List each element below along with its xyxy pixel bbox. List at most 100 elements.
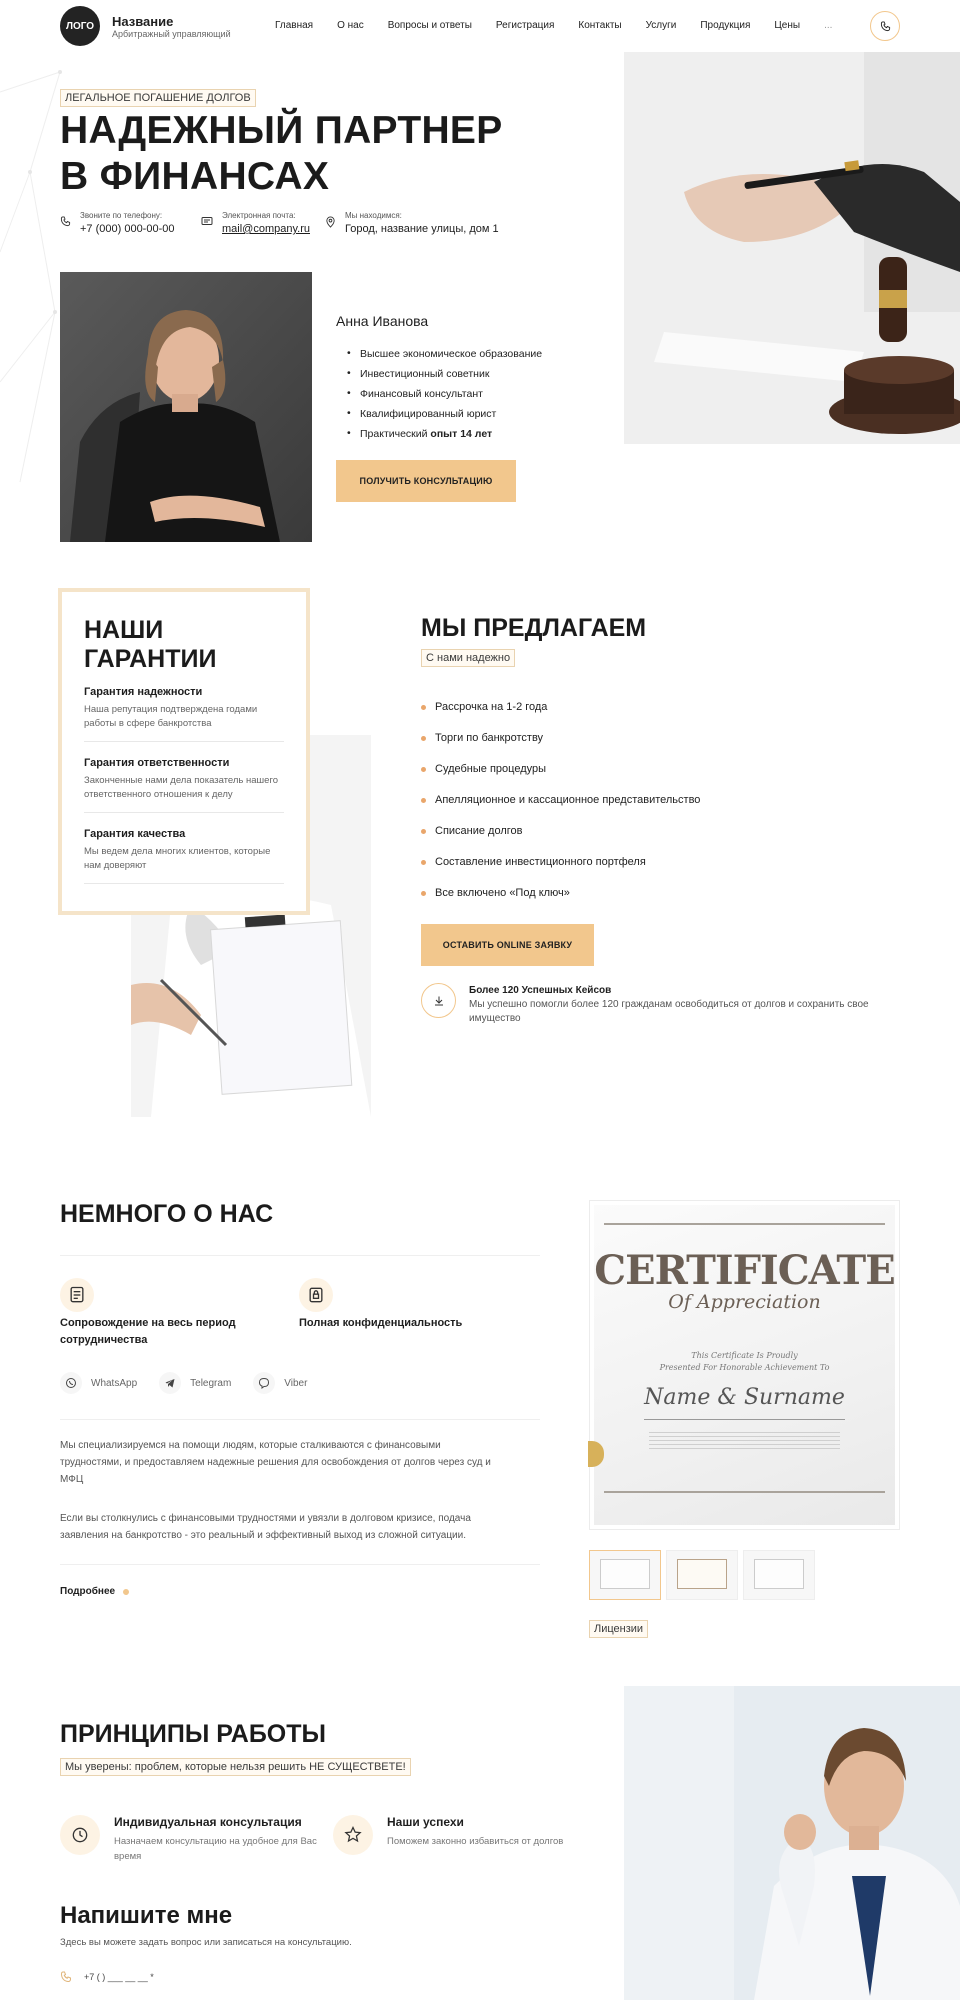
qualification-item: Высшее экономическое образование (347, 347, 542, 360)
contact-phone-value[interactable]: +7 (000) 000-00-00 (80, 223, 190, 235)
offer-title: МЫ ПРЕДЛАГАЕМ (421, 614, 647, 642)
location-icon (326, 216, 335, 228)
principle-icon-circle (333, 1815, 373, 1855)
certificate-line2: Presented For Honorable Achievement To (659, 1363, 830, 1372)
qualification-item: Квалифицированный юрист (347, 407, 542, 420)
offer-item: Рассрочка на 1-2 года (421, 701, 700, 732)
star-icon (344, 1826, 362, 1843)
clock-icon (72, 1827, 88, 1843)
phone-icon (880, 20, 890, 31)
principle-text: Назначаем консультацию на удобное для Ва… (114, 1836, 317, 1862)
get-consultation-button[interactable]: ПОЛУЧИТЬ КОНСУЛЬТАЦИЮ (336, 460, 516, 502)
contact-email-label: Электронная почта: (222, 211, 296, 220)
offer-item: Списание долгов (421, 825, 700, 856)
brand-subtitle: Арбитражный управляющий (112, 29, 231, 39)
nav-item-services[interactable]: Услуги (646, 20, 677, 31)
offer-item: Все включено «Под ключ» (421, 887, 700, 918)
offer-item: Апелляционное и кассационное представите… (421, 794, 700, 825)
phone-icon (60, 216, 71, 227)
experience-prefix: Практический (360, 428, 431, 440)
social-viber[interactable]: Viber (253, 1372, 307, 1394)
offer-badge: С нами надежно (421, 648, 516, 667)
viber-icon (253, 1372, 276, 1394)
lock-icon (309, 1287, 323, 1303)
hero-title-line2: В ФИНАНСАХ (60, 155, 330, 198)
offer-list: Рассрочка на 1-2 года Торги по банкротст… (421, 701, 700, 918)
contact-phone-label: Звоните по телефону: (80, 211, 163, 220)
cases-icon-circle (421, 983, 456, 1018)
license-thumbnail-2[interactable] (666, 1550, 738, 1600)
certificate-subtitle: Of Appreciation (668, 1291, 821, 1313)
social-whatsapp[interactable]: WhatsApp (60, 1372, 137, 1394)
hero-photo-contract-signing (624, 52, 960, 444)
feature-confidentiality: Полная конфиденциальность (299, 1317, 463, 1329)
divider (84, 883, 284, 884)
guarantee-title: Гарантия качества (84, 828, 186, 840)
certificate-main-image[interactable]: CERTIFICATE Of Appreciation This Certifi… (588, 1200, 900, 1530)
divider (60, 1255, 540, 1256)
license-thumbnail-3[interactable] (743, 1550, 815, 1600)
guarantee-title: Гарантия ответственности (84, 757, 230, 769)
nav-item-faq[interactable]: Вопросы и ответы (388, 20, 472, 31)
social-telegram[interactable]: Telegram (159, 1372, 231, 1394)
contact-email: Электронная почта: mail@company.ru (201, 211, 321, 235)
cases-title: Более 120 Успешных Кейсов (469, 985, 612, 996)
offer-item: Торги по банкротству (421, 732, 700, 763)
certificate-title: CERTIFICATE (594, 1247, 895, 1294)
feature-icon-circle (299, 1278, 333, 1312)
nav-item-home[interactable]: Главная (275, 20, 313, 31)
experience-years: опыт 14 лет (430, 428, 493, 440)
header-call-button[interactable] (870, 11, 900, 41)
contact-form-title: Напишите мне (60, 1902, 233, 1929)
more-link[interactable]: Подробнее (60, 1586, 130, 1597)
photo-smiling-consultant (624, 1686, 960, 2000)
hero-badge: ЛЕГАЛЬНОЕ ПОГАШЕНИЕ ДОЛГОВ (60, 88, 256, 107)
qualification-item: Финансовый консультант (347, 387, 542, 400)
divider (84, 812, 284, 813)
telegram-icon (159, 1372, 182, 1394)
phone-field[interactable]: +7 ( ) ___ __ __ * (60, 1971, 154, 1983)
guarantees-title: НАШИ ГАРАНТИИ (84, 616, 284, 674)
contact-phone: Звоните по телефону: +7 (000) 000-00-00 (60, 211, 190, 235)
viber-label: Viber (284, 1377, 308, 1389)
telegram-label: Telegram (190, 1377, 232, 1389)
principles-badge-text: Мы уверены: проблем, которые нельзя реши… (60, 1758, 411, 1776)
logo[interactable]: ЛОГО (60, 6, 100, 46)
document-icon (70, 1286, 84, 1303)
about-paragraph-2: Если вы столкнулись с финансовыми трудно… (60, 1513, 471, 1541)
principles-badge: Мы уверены: проблем, которые нельзя реши… (60, 1757, 411, 1776)
offer-item: Судебные процедуры (421, 763, 700, 794)
main-nav: Главная О нас Вопросы и ответы Регистрац… (275, 20, 856, 31)
license-thumbnail-1[interactable] (589, 1550, 661, 1600)
nav-item-prices[interactable]: Цены (774, 20, 800, 31)
guarantee-text: Мы ведем дела многих клиентов, которые н… (84, 846, 271, 871)
principle-icon-circle (60, 1815, 100, 1855)
nav-item-contacts[interactable]: Контакты (578, 20, 621, 31)
social-links: WhatsApp Telegram Viber (60, 1372, 307, 1394)
nav-item-registration[interactable]: Регистрация (496, 20, 554, 31)
guarantees-title-line1: НАШИ (84, 616, 164, 644)
guarantees-card: НАШИ ГАРАНТИИ Гарантия надежности Наша р… (58, 588, 310, 915)
divider (84, 741, 284, 742)
contact-address-label: Мы находимся: (345, 211, 402, 220)
download-icon (434, 996, 443, 1005)
contact-email-link[interactable]: mail@company.ru (222, 223, 321, 235)
guarantees-title-line2: ГАРАНТИИ (84, 645, 217, 673)
dot-icon (123, 1588, 130, 1595)
qualification-item: Инвестиционный советник (347, 367, 542, 380)
nav-item-products[interactable]: Продукция (700, 20, 750, 31)
nav-item-about[interactable]: О нас (337, 20, 364, 31)
principle-text: Поможем законно избавиться от долгов (387, 1836, 564, 1847)
whatsapp-label: WhatsApp (91, 1377, 138, 1389)
online-request-button[interactable]: ОСТАВИТЬ ONLINE ЗАЯВКУ (421, 924, 594, 966)
qualification-item-experience: Практический опыт 14 лет (347, 427, 542, 440)
qualifications-list: Высшее экономическое образование Инвести… (347, 347, 542, 448)
hero-title-line1: НАДЕЖНЫЙ ПАРТНЕР (60, 109, 503, 152)
certificate-name: Name & Surname (644, 1385, 845, 1410)
nav-item-more[interactable]: ... (824, 20, 832, 31)
phone-field-placeholder: +7 ( ) ___ __ __ * (84, 1972, 154, 1982)
principle-title: Наши успехи (387, 1815, 464, 1829)
guarantee-text: Наша репутация подтверждена годами работ… (84, 704, 258, 729)
mail-icon (201, 217, 213, 225)
about-paragraph-1: Мы специализируемся на помощи людям, кот… (60, 1440, 491, 1485)
